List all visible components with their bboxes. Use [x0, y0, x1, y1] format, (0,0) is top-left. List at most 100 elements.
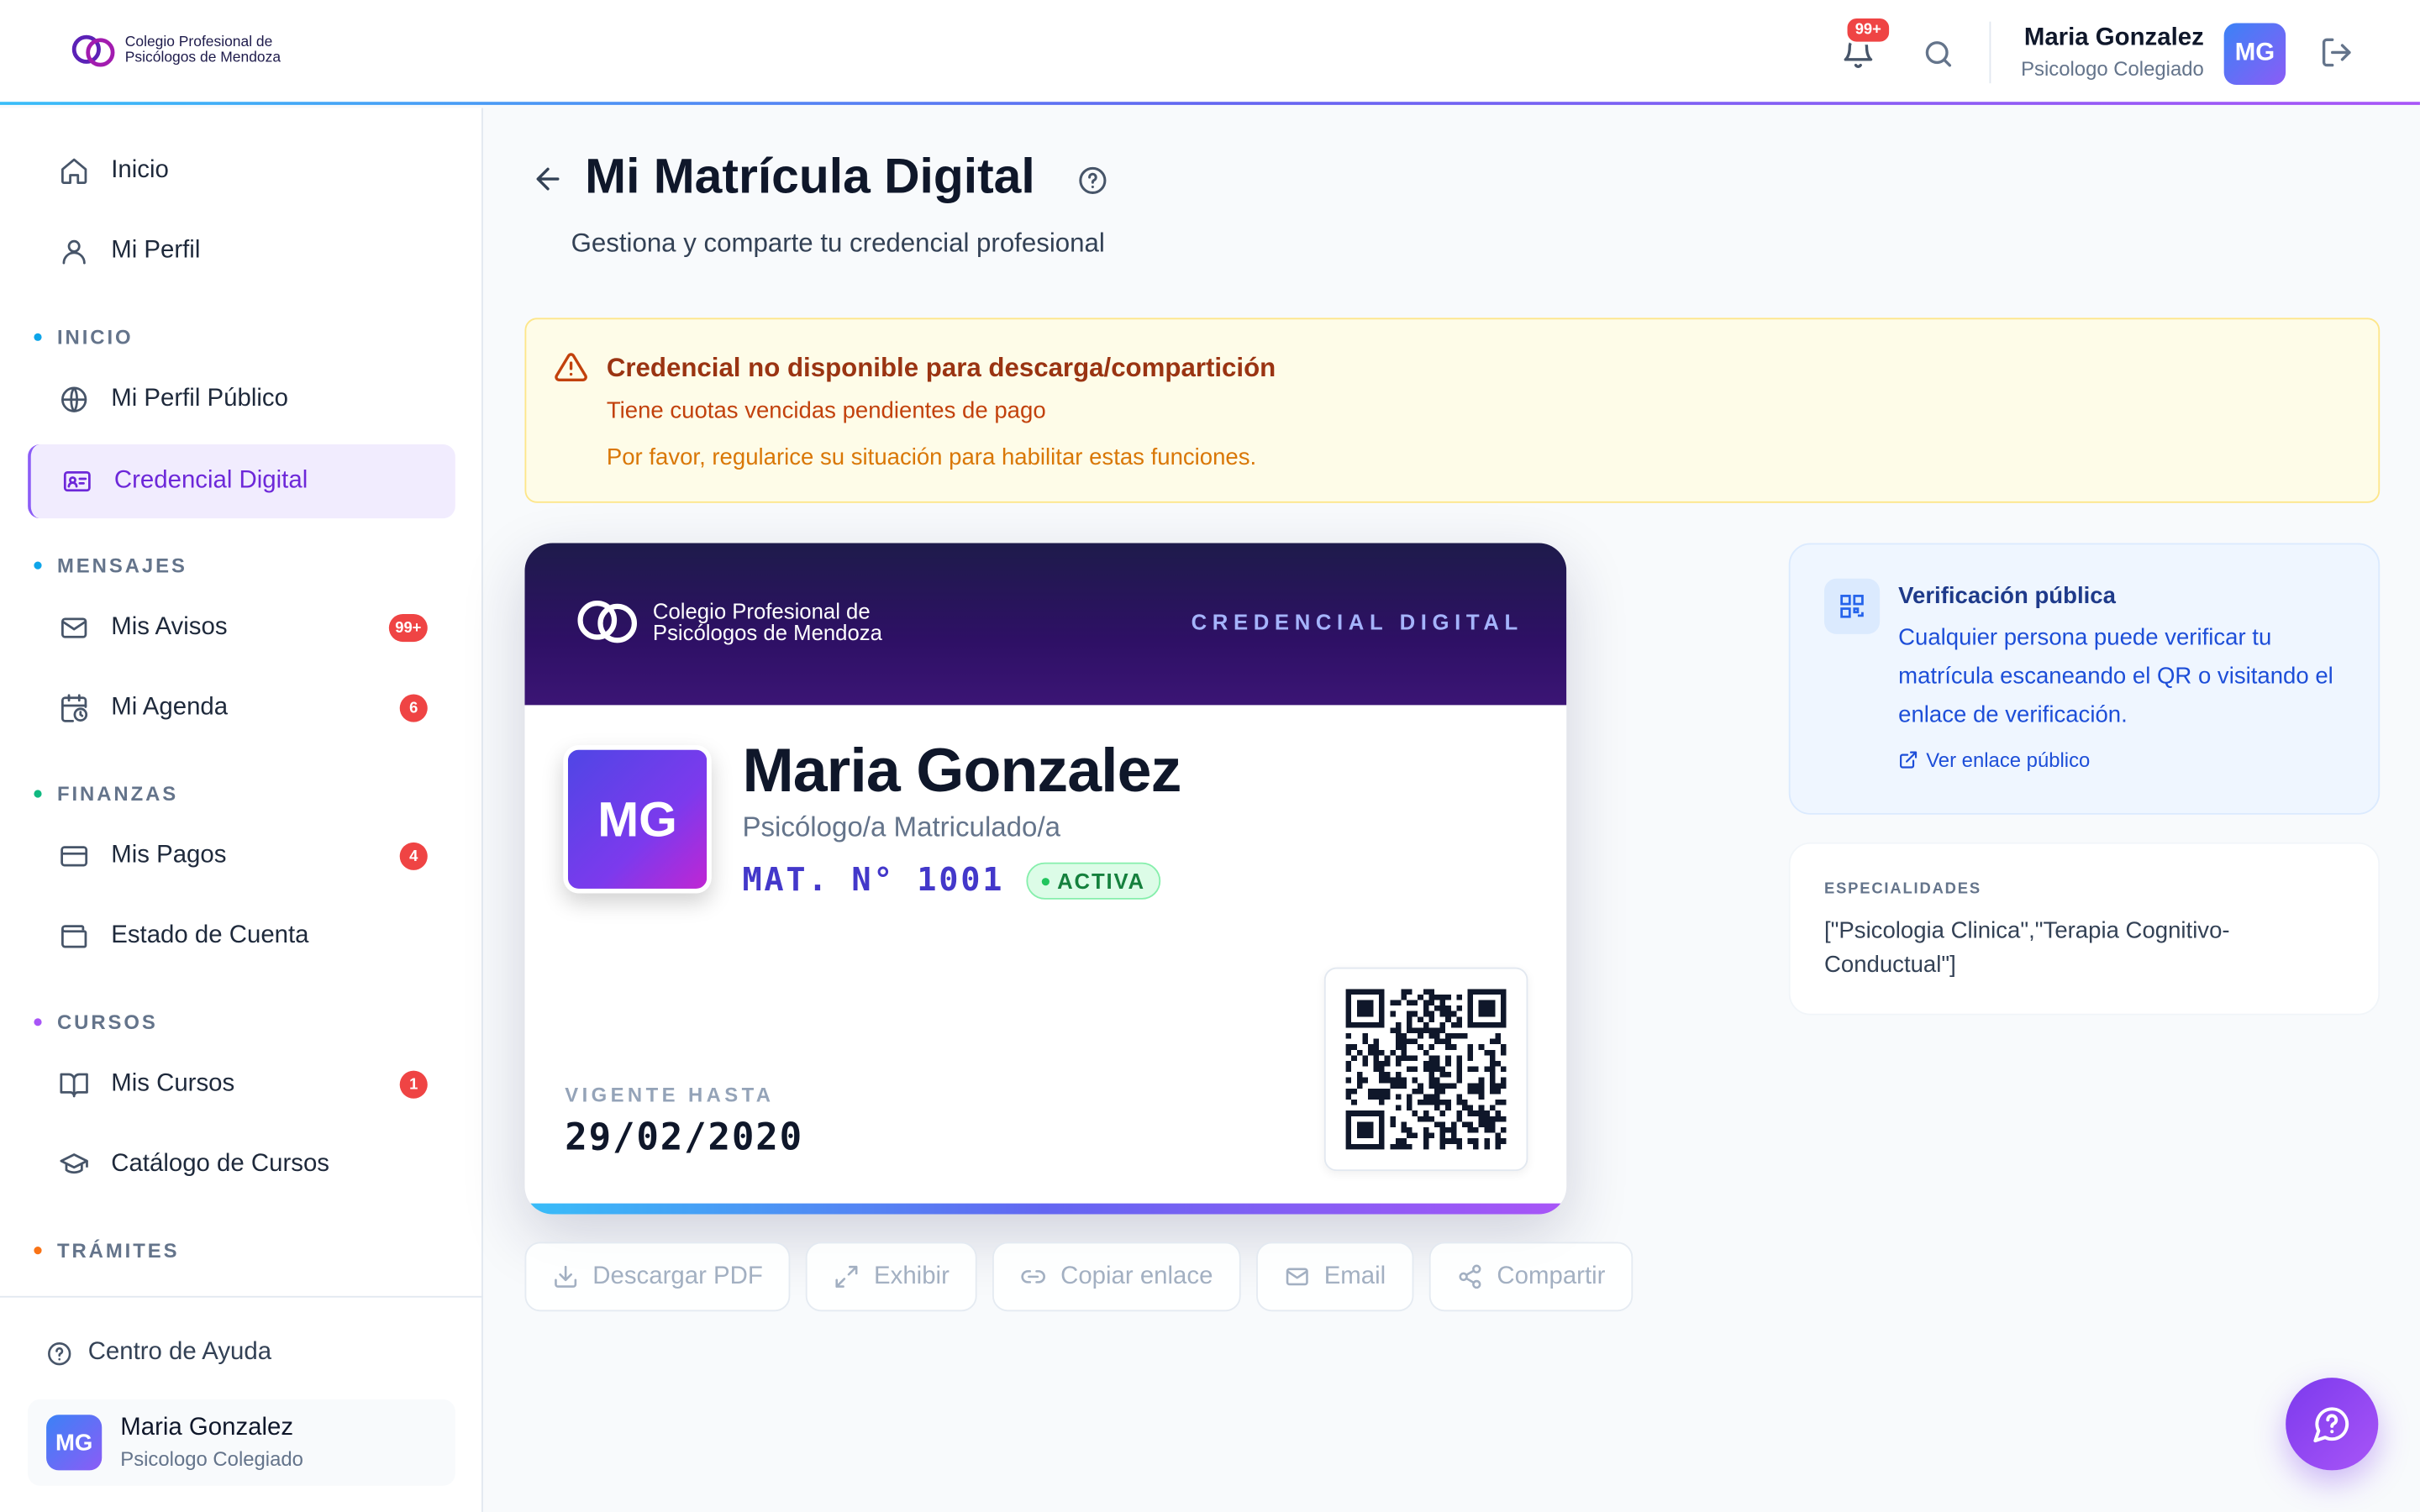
wallet-icon — [61, 925, 87, 948]
credential-avatar: MG — [563, 745, 712, 894]
avatar: MG — [46, 1415, 103, 1471]
section-dot — [34, 333, 42, 341]
section-label: INICIO — [56, 325, 134, 349]
sidebar-item-label: Estado de Cuenta — [111, 922, 309, 949]
qr-code — [1323, 967, 1528, 1172]
sidebar-footer: Centro de Ayuda MG Maria Gonzalez Psicol… — [0, 1295, 483, 1512]
status-dot — [1041, 877, 1050, 885]
sidebar-user-card[interactable]: MG Maria Gonzalez Psicologo Colegiado — [28, 1399, 455, 1486]
chat-support-button[interactable] — [2286, 1378, 2379, 1471]
search-button[interactable] — [1917, 33, 1960, 76]
brand-logo[interactable]: Colegio Profesional de Psicólogos de Men… — [71, 31, 281, 71]
valid-until-label: VIGENTE HASTA — [565, 1083, 775, 1106]
home-icon — [61, 158, 87, 185]
logout-button[interactable] — [2315, 31, 2358, 74]
alert-instruction: Por favor, regularice su situación para … — [606, 444, 1257, 471]
email-button[interactable]: Email — [1255, 1242, 1414, 1312]
sidebar-item-mis-pagos[interactable]: Mis Pagos 4 — [28, 819, 455, 893]
download-pdf-button[interactable]: Descargar PDF — [524, 1242, 791, 1312]
id-card-icon — [63, 470, 91, 492]
exhibit-label: Exhibir — [874, 1263, 950, 1289]
logout-icon — [2322, 38, 2351, 67]
globe-icon — [61, 386, 87, 412]
header-divider — [1989, 21, 1991, 84]
header-user-info[interactable]: Maria Gonzalez Psicologo Colegiado — [2021, 24, 2204, 80]
warning-alert: Credencial no disponible para descarga/c… — [524, 318, 2381, 503]
logo-icon — [577, 601, 638, 643]
sidebar-badge: 4 — [399, 842, 428, 870]
section-label: MENSAJES — [56, 554, 187, 577]
copy-link-button[interactable]: Copiar enlace — [992, 1242, 1241, 1312]
sidebar-item-inicio[interactable]: Inicio — [28, 134, 455, 208]
sidebar-item-perfil-publico[interactable]: Mi Perfil Público — [28, 363, 455, 437]
header-avatar[interactable]: MG — [2223, 23, 2286, 86]
sidebar-item-estado-cuenta[interactable]: Estado de Cuenta — [28, 900, 455, 974]
section-label: CURSOS — [56, 1011, 158, 1034]
public-link[interactable]: Ver enlace público — [1898, 748, 2091, 772]
book-open-icon — [60, 1073, 88, 1098]
credential-matricula: MAT. N° 1001 — [742, 860, 1005, 898]
header-user-role: Psicologo Colegiado — [2021, 56, 2204, 81]
sidebar-item-catalogo-cursos[interactable]: Catálogo de Cursos — [28, 1128, 455, 1202]
search-icon — [1925, 41, 1952, 67]
share-label: Compartir — [1497, 1263, 1606, 1289]
graduation-cap-icon — [60, 1153, 88, 1174]
sidebar-item-mi-agenda[interactable]: Mi Agenda 6 — [28, 671, 455, 745]
credential-name: Maria Gonzalez — [742, 737, 1181, 806]
sidebar-item-label: Credencial Digital — [113, 467, 308, 494]
section-cursos: CURSOS — [34, 1011, 157, 1034]
sidebar-badge: 99+ — [388, 614, 428, 643]
brand-line-2: Psicólogos de Mendoza — [124, 49, 281, 66]
title-help-button[interactable] — [1077, 165, 1108, 204]
sidebar-item-mis-avisos[interactable]: Mis Avisos 99+ — [28, 591, 455, 664]
maximize-icon — [835, 1265, 858, 1288]
logo-icon — [71, 34, 115, 67]
app-root: Colegio Profesional de Psicólogos de Men… — [0, 0, 2420, 1512]
warning-triangle-icon — [555, 353, 587, 381]
alert-message: Tiene cuotas vencidas pendientes de pago — [606, 397, 1046, 425]
sidebar-item-credencial-digital[interactable]: Credencial Digital — [28, 444, 455, 519]
specialties-value: ["Psicologia Clinica","Terapia Cognitivo… — [1823, 917, 2230, 979]
sidebar-item-label: Catálogo de Cursos — [111, 1151, 329, 1178]
sidebar-badge: 1 — [399, 1070, 428, 1099]
sidebar-item-mis-cursos[interactable]: Mis Cursos 1 — [28, 1047, 455, 1121]
section-dot — [34, 1247, 42, 1255]
public-link-label: Ver enlace público — [1926, 748, 2091, 772]
status-badge: ACTIVA — [1026, 862, 1161, 900]
share-button[interactable]: Compartir — [1428, 1242, 1634, 1312]
header-user-name: Maria Gonzalez — [2023, 24, 2204, 51]
back-button[interactable] — [531, 162, 565, 204]
card-brand: Colegio Profesional de Psicólogos de Men… — [576, 594, 882, 649]
qr-icon — [1823, 578, 1881, 634]
help-center-label: Centro de Ayuda — [87, 1339, 272, 1366]
card-brand-name: Colegio Profesional de Psicólogos de Men… — [653, 600, 882, 643]
help-center-link[interactable]: Centro de Ayuda — [46, 1339, 271, 1367]
sidebar-item-label: Mi Agenda — [111, 694, 229, 721]
status-label: ACTIVA — [1057, 869, 1145, 894]
specialties-panel: ESPECIALIDADES ["Psicologia Clinica","Te… — [1788, 842, 2381, 1016]
top-header: Colegio Profesional de Psicólogos de Men… — [0, 0, 2420, 105]
verification-text: Cualquier persona puede verificar tu mat… — [1898, 624, 2333, 728]
credit-card-icon — [60, 846, 88, 867]
external-link-icon — [1900, 751, 1918, 769]
sidebar-item-label: Mis Cursos — [111, 1070, 235, 1097]
section-finanzas: FINANZAS — [34, 782, 178, 806]
section-tramites: TRÁMITES — [34, 1238, 180, 1263]
sidebar-user-role: Psicologo Colegiado — [120, 1446, 303, 1471]
card-brand-line-2: Psicólogos de Mendoza — [652, 620, 882, 645]
public-verification-panel: Verificación pública Cualquier persona p… — [1788, 543, 2381, 815]
section-dot — [34, 1018, 42, 1026]
section-label: TRÁMITES — [56, 1238, 180, 1263]
arrow-left-icon — [536, 167, 560, 191]
specialties-label: ESPECIALIDADES — [1823, 880, 1981, 898]
email-label: Email — [1323, 1263, 1386, 1289]
section-mensajes: MENSAJES — [34, 554, 187, 577]
exhibit-button[interactable]: Exhibir — [806, 1242, 977, 1312]
sidebar-user-name: Maria Gonzalez — [120, 1415, 294, 1441]
section-dot — [34, 790, 42, 798]
user-icon — [62, 239, 86, 265]
sidebar-item-mi-perfil[interactable]: Mi Perfil — [28, 214, 455, 288]
sidebar-item-label: Mis Avisos — [111, 614, 228, 641]
section-dot — [34, 561, 42, 570]
help-circle-icon — [1079, 166, 1107, 194]
